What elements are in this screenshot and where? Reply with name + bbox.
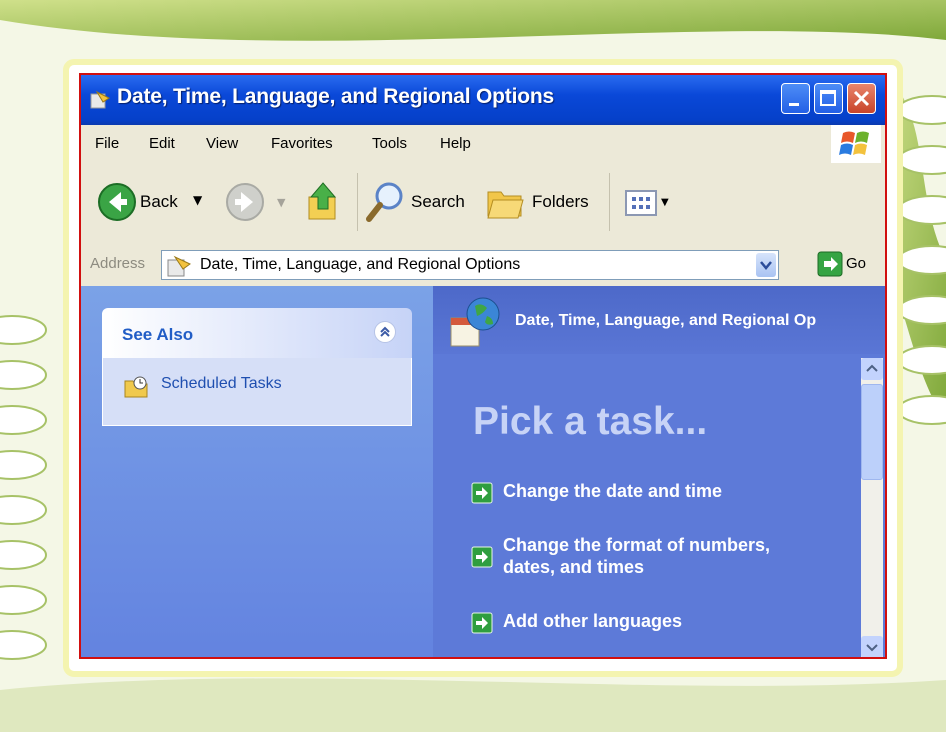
- chevron-up-icon: [866, 364, 878, 372]
- scheduled-tasks-icon: [124, 376, 148, 398]
- vertical-scrollbar[interactable]: [861, 358, 883, 657]
- task-arrow-icon: [471, 612, 493, 634]
- search-icon: [366, 182, 403, 222]
- go-label: Go: [846, 255, 867, 272]
- category-title: Date, Time, Language, and Regional Op: [515, 312, 817, 329]
- up-folder-icon[interactable]: [305, 179, 341, 223]
- see-also-title: See Also: [122, 325, 194, 344]
- go-button[interactable]: Go: [785, 247, 875, 283]
- scroll-thumb[interactable]: [861, 384, 883, 480]
- task-change-date-time[interactable]: Change the date and time: [471, 480, 851, 508]
- menu-tools[interactable]: Tools: [372, 135, 407, 152]
- task-label: Add other languages: [503, 611, 683, 631]
- scroll-down-button[interactable]: [861, 636, 883, 657]
- chevron-down-icon: [760, 261, 772, 270]
- globe-calendar-icon: [450, 297, 500, 347]
- folders-button[interactable]: Folders: [485, 177, 595, 227]
- address-dropdown-button[interactable]: [756, 253, 776, 277]
- forward-dropdown-icon: ▼: [277, 196, 286, 209]
- address-bar: Address Date, Time, Language, and Region…: [81, 243, 885, 286]
- menu-file[interactable]: File: [95, 135, 119, 152]
- task-label: Change the date and time: [503, 481, 723, 501]
- maximize-icon: [820, 90, 836, 106]
- address-value: Date, Time, Language, and Regional Optio…: [200, 256, 521, 273]
- forward-arrow-icon[interactable]: [225, 182, 265, 222]
- close-button[interactable]: [847, 83, 876, 114]
- search-button[interactable]: Search: [365, 177, 475, 227]
- explorer-window: Date, Time, Language, and Regional Optio…: [79, 73, 887, 659]
- back-dropdown-icon[interactable]: ▼: [193, 193, 202, 207]
- address-label: Address: [90, 255, 146, 272]
- task-label-line1: Change the format of numbers,: [503, 535, 771, 555]
- back-label: Back: [140, 192, 178, 211]
- pick-a-task-heading: Pick a task...: [473, 400, 708, 443]
- category-pane: Date, Time, Language, and Regional Op Pi…: [433, 286, 885, 657]
- menu-help[interactable]: Help: [440, 135, 471, 152]
- task-change-number-format[interactable]: Change the format of numbers, dates, and…: [471, 534, 851, 584]
- windows-flag-icon: [839, 131, 869, 155]
- go-arrow-icon: [817, 251, 843, 277]
- control-panel-icon: [90, 90, 110, 109]
- see-also-header[interactable]: See Also: [102, 308, 412, 358]
- menu-bar: File Edit View Favorites Tools Help: [81, 125, 885, 164]
- back-arrow-icon: [98, 183, 136, 221]
- title-bar[interactable]: Date, Time, Language, and Regional Optio…: [81, 75, 885, 125]
- minimize-icon: [789, 103, 799, 106]
- menu-view[interactable]: View: [206, 135, 238, 152]
- see-also-body: Scheduled Tasks: [102, 358, 412, 426]
- double-chevron-up-icon: [380, 326, 390, 337]
- task-label-line2: dates, and times: [503, 557, 645, 577]
- window-title: Date, Time, Language, and Regional Optio…: [117, 85, 554, 108]
- windows-logo: [831, 125, 881, 163]
- control-panel-icon: [167, 255, 191, 277]
- standard-toolbar: Back ▼ ▼ Search Folders ▼: [81, 163, 885, 244]
- views-dropdown-icon: ▼: [661, 197, 669, 208]
- back-button[interactable]: Back ▼: [93, 177, 213, 227]
- address-input[interactable]: Date, Time, Language, and Regional Optio…: [161, 250, 779, 280]
- search-label: Search: [411, 192, 465, 211]
- folders-label: Folders: [532, 192, 589, 211]
- task-pane: See Also Scheduled Tasks: [81, 286, 433, 657]
- task-arrow-icon: [471, 482, 493, 504]
- minimize-button[interactable]: [781, 83, 810, 114]
- folders-icon: [487, 191, 524, 219]
- scheduled-tasks-link[interactable]: Scheduled Tasks: [103, 358, 411, 418]
- scheduled-tasks-label: Scheduled Tasks: [161, 375, 282, 392]
- collapse-button[interactable]: [374, 321, 396, 343]
- maximize-button[interactable]: [814, 83, 843, 114]
- see-also-panel: See Also Scheduled Tasks: [102, 308, 412, 426]
- toolbar-separator: [357, 173, 358, 231]
- toolbar-separator: [609, 173, 610, 231]
- menu-edit[interactable]: Edit: [149, 135, 175, 152]
- close-icon: [853, 90, 870, 107]
- task-add-languages[interactable]: Add other languages: [471, 610, 851, 638]
- scroll-up-button[interactable]: [861, 358, 883, 380]
- views-icon: [625, 190, 657, 216]
- task-arrow-icon: [471, 546, 493, 568]
- menu-favorites[interactable]: Favorites: [271, 135, 333, 152]
- category-header: Date, Time, Language, and Regional Op: [433, 286, 885, 354]
- chevron-down-icon: [866, 644, 878, 652]
- views-button[interactable]: ▼: [621, 185, 681, 221]
